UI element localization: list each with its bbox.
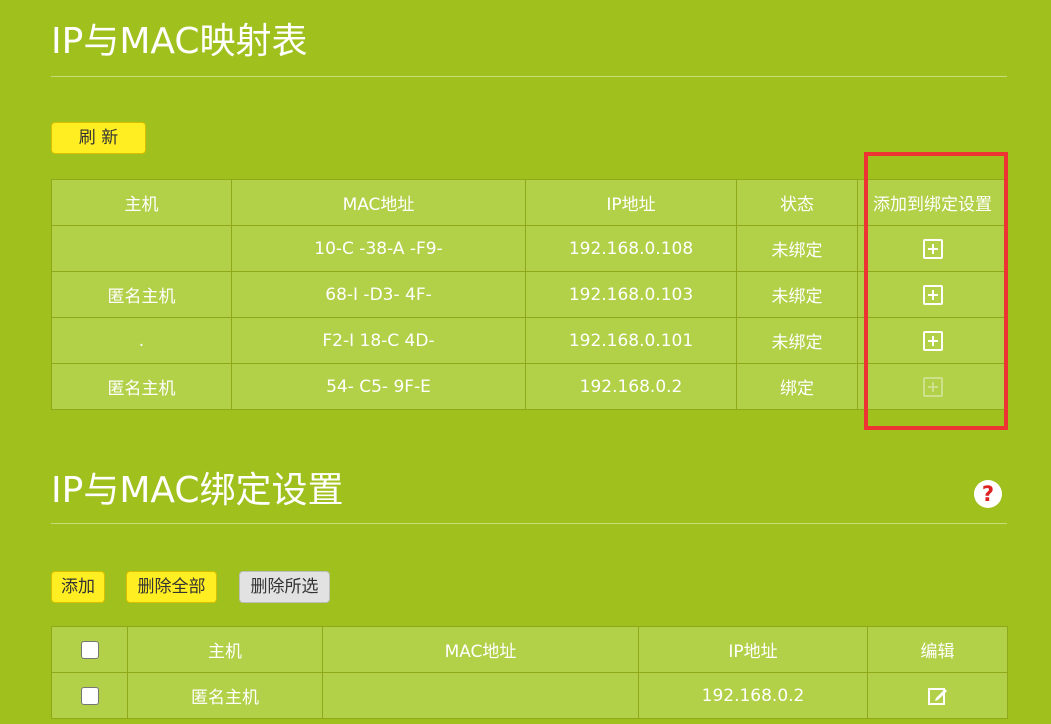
add-button[interactable]: 添加 xyxy=(51,571,105,603)
add-to-binding-icon-disabled xyxy=(922,376,943,397)
host-cell: 匿名主机 xyxy=(51,363,232,410)
column-header-mac: MAC地址 xyxy=(322,626,639,673)
status-cell: 未绑定 xyxy=(736,317,858,364)
section-divider xyxy=(51,76,1007,77)
table-row: 匿名主机 68-I -D3- 4F- 192.168.0.103 未绑定 xyxy=(51,271,1008,318)
select-all-cell xyxy=(51,626,128,673)
mac-cell xyxy=(322,672,639,719)
host-cell: . xyxy=(51,317,232,364)
edit-icon[interactable] xyxy=(927,685,949,707)
ip-cell: 192.168.0.2 xyxy=(638,672,868,719)
select-cell xyxy=(51,672,128,719)
mac-mapping-table: 主机 MAC地址 IP地址 状态 添加到绑定设置 10-C -38-A -F9-… xyxy=(51,179,1008,410)
delete-selected-button[interactable]: 删除所选 xyxy=(239,571,330,603)
status-cell: 未绑定 xyxy=(736,271,858,318)
host-cell xyxy=(51,225,232,272)
add-to-binding-icon[interactable] xyxy=(922,330,943,351)
add-to-binding-icon[interactable] xyxy=(922,284,943,305)
refresh-button[interactable]: 刷 新 xyxy=(51,122,146,154)
host-cell: 匿名主机 xyxy=(51,271,232,318)
column-header-add-to-binding: 添加到绑定设置 xyxy=(857,179,1008,226)
row-checkbox[interactable] xyxy=(80,686,99,705)
select-all-checkbox[interactable] xyxy=(80,640,99,659)
table-header-row: 主机 MAC地址 IP地址 编辑 xyxy=(51,626,1008,673)
add-cell xyxy=(857,317,1008,364)
binding-section-title: IP与MAC绑定设置 xyxy=(51,470,344,511)
status-cell: 未绑定 xyxy=(736,225,858,272)
add-cell xyxy=(857,271,1008,318)
add-cell xyxy=(857,225,1008,272)
mac-binding-table: 主机 MAC地址 IP地址 编辑 匿名主机 192.168.0.2 xyxy=(51,626,1008,719)
mac-cell: 68-I -D3- 4F- xyxy=(231,271,526,318)
host-cell: 匿名主机 xyxy=(127,672,323,719)
edit-cell xyxy=(867,672,1008,719)
mac-cell: 10-C -38-A -F9- xyxy=(231,225,526,272)
mac-cell: 54- C5- 9F-E xyxy=(231,363,526,410)
add-cell xyxy=(857,363,1008,410)
ip-cell: 192.168.0.2 xyxy=(525,363,737,410)
table-row: 匿名主机 54- C5- 9F-E 192.168.0.2 绑定 xyxy=(51,363,1008,410)
column-header-host: 主机 xyxy=(51,179,232,226)
column-header-ip: IP地址 xyxy=(525,179,737,226)
ip-cell: 192.168.0.108 xyxy=(525,225,737,272)
status-cell: 绑定 xyxy=(736,363,858,410)
mac-cell: F2-I 18-C 4D- xyxy=(231,317,526,364)
section-divider xyxy=(51,523,1007,524)
ip-cell: 192.168.0.103 xyxy=(525,271,737,318)
help-icon[interactable]: ? xyxy=(974,480,1002,508)
table-header-row: 主机 MAC地址 IP地址 状态 添加到绑定设置 xyxy=(51,179,1008,226)
column-header-edit: 编辑 xyxy=(867,626,1008,673)
table-row: 匿名主机 192.168.0.2 xyxy=(51,672,1008,719)
table-row: 10-C -38-A -F9- 192.168.0.108 未绑定 xyxy=(51,225,1008,272)
column-header-status: 状态 xyxy=(736,179,858,226)
mapping-section-title: IP与MAC映射表 xyxy=(51,21,308,62)
column-header-mac: MAC地址 xyxy=(231,179,526,226)
add-to-binding-icon[interactable] xyxy=(922,238,943,259)
table-row: . F2-I 18-C 4D- 192.168.0.101 未绑定 xyxy=(51,317,1008,364)
column-header-ip: IP地址 xyxy=(638,626,868,673)
ip-cell: 192.168.0.101 xyxy=(525,317,737,364)
delete-all-button[interactable]: 删除全部 xyxy=(126,571,217,603)
column-header-host: 主机 xyxy=(127,626,323,673)
